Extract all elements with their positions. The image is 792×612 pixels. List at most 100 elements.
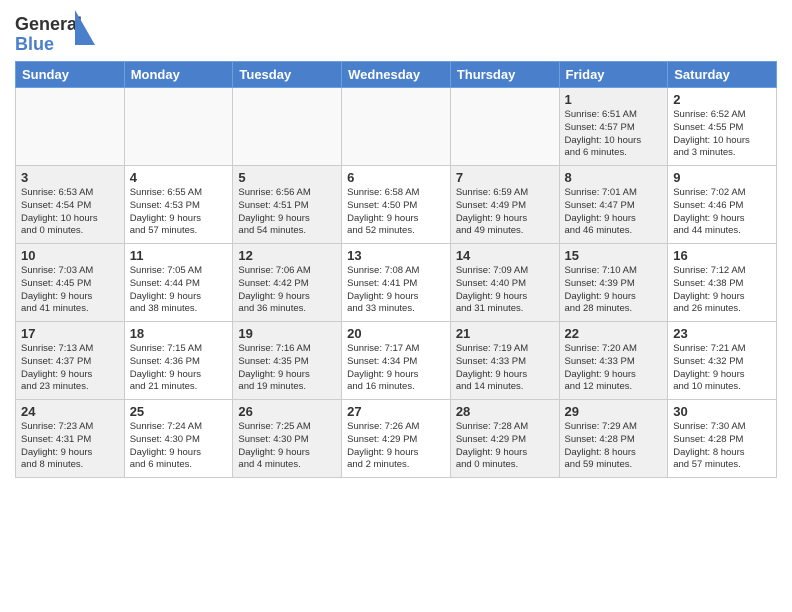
day-info: Sunrise: 7:17 AM Sunset: 4:34 PM Dayligh… <box>347 343 445 394</box>
day-info: Sunrise: 7:26 AM Sunset: 4:29 PM Dayligh… <box>347 421 445 472</box>
day-cell: 5 Sunrise: 6:56 AM Sunset: 4:51 PM Daylig… <box>233 166 342 244</box>
day-cell <box>233 88 342 166</box>
day-number: 16 <box>673 248 771 263</box>
week-row-4: 17 Sunrise: 7:13 AM Sunset: 4:37 PM Dayli… <box>16 322 777 400</box>
day-info: Sunrise: 7:05 AM Sunset: 4:44 PM Dayligh… <box>130 265 228 316</box>
calendar-table: SundayMondayTuesdayWednesdayThursdayFrid… <box>15 61 777 478</box>
week-row-3: 10 Sunrise: 7:03 AM Sunset: 4:45 PM Dayli… <box>16 244 777 322</box>
day-info: Sunrise: 7:29 AM Sunset: 4:28 PM Dayligh… <box>565 421 663 472</box>
day-cell: 10 Sunrise: 7:03 AM Sunset: 4:45 PM Dayli… <box>16 244 125 322</box>
day-info: Sunrise: 7:16 AM Sunset: 4:35 PM Dayligh… <box>238 343 336 394</box>
day-info: Sunrise: 7:19 AM Sunset: 4:33 PM Dayligh… <box>456 343 554 394</box>
day-number: 30 <box>673 404 771 419</box>
col-header-thursday: Thursday <box>450 62 559 88</box>
day-info: Sunrise: 7:02 AM Sunset: 4:46 PM Dayligh… <box>673 187 771 238</box>
day-cell: 26Sunrise: 7:25 AM Sunset: 4:30 PM Dayli… <box>233 400 342 478</box>
day-cell: 3 Sunrise: 6:53 AM Sunset: 4:54 PM Daylig… <box>16 166 125 244</box>
day-number: 4 <box>130 170 228 185</box>
day-cell: 12 Sunrise: 7:06 AM Sunset: 4:42 PM Dayli… <box>233 244 342 322</box>
day-number: 7 <box>456 170 554 185</box>
day-info: Sunrise: 7:15 AM Sunset: 4:36 PM Dayligh… <box>130 343 228 394</box>
day-number: 24 <box>21 404 119 419</box>
day-cell: 19 Sunrise: 7:16 AM Sunset: 4:35 PM Dayli… <box>233 322 342 400</box>
day-number: 13 <box>347 248 445 263</box>
day-info: Sunrise: 7:13 AM Sunset: 4:37 PM Dayligh… <box>21 343 119 394</box>
week-row-5: 24 Sunrise: 7:23 AM Sunset: 4:31 PM Dayli… <box>16 400 777 478</box>
day-info: Sunrise: 7:28 AM Sunset: 4:29 PM Dayligh… <box>456 421 554 472</box>
header-row: SundayMondayTuesdayWednesdayThursdayFrid… <box>16 62 777 88</box>
svg-text:Blue: Blue <box>15 34 54 54</box>
day-number: 21 <box>456 326 554 341</box>
day-number: 14 <box>456 248 554 263</box>
day-number: 1 <box>565 92 663 107</box>
day-cell: 8 Sunrise: 7:01 AM Sunset: 4:47 PM Daylig… <box>559 166 668 244</box>
day-info: Sunrise: 7:09 AM Sunset: 4:40 PM Dayligh… <box>456 265 554 316</box>
day-number: 17 <box>21 326 119 341</box>
day-info: Sunrise: 7:03 AM Sunset: 4:45 PM Dayligh… <box>21 265 119 316</box>
day-cell: 23 Sunrise: 7:21 AM Sunset: 4:32 PM Dayli… <box>668 322 777 400</box>
day-cell: 6 Sunrise: 6:58 AM Sunset: 4:50 PM Daylig… <box>342 166 451 244</box>
day-cell <box>342 88 451 166</box>
day-info: Sunrise: 6:52 AM Sunset: 4:55 PM Dayligh… <box>673 109 771 160</box>
week-row-1: 1Sunrise: 6:51 AM Sunset: 4:57 PM Daylig… <box>16 88 777 166</box>
day-cell: 27 Sunrise: 7:26 AM Sunset: 4:29 PM Dayli… <box>342 400 451 478</box>
logo: GeneralBlue <box>15 10 95 55</box>
day-info: Sunrise: 6:55 AM Sunset: 4:53 PM Dayligh… <box>130 187 228 238</box>
day-number: 20 <box>347 326 445 341</box>
day-info: Sunrise: 7:08 AM Sunset: 4:41 PM Dayligh… <box>347 265 445 316</box>
day-info: Sunrise: 6:56 AM Sunset: 4:51 PM Dayligh… <box>238 187 336 238</box>
day-info: Sunrise: 7:10 AM Sunset: 4:39 PM Dayligh… <box>565 265 663 316</box>
day-info: Sunrise: 7:21 AM Sunset: 4:32 PM Dayligh… <box>673 343 771 394</box>
day-number: 3 <box>21 170 119 185</box>
day-number: 25 <box>130 404 228 419</box>
day-number: 27 <box>347 404 445 419</box>
day-number: 8 <box>565 170 663 185</box>
col-header-saturday: Saturday <box>668 62 777 88</box>
day-number: 15 <box>565 248 663 263</box>
day-cell: 30 Sunrise: 7:30 AM Sunset: 4:28 PM Dayli… <box>668 400 777 478</box>
day-cell <box>124 88 233 166</box>
calendar-container: GeneralBlue SundayMondayTuesdayWednesday… <box>0 0 792 483</box>
day-number: 10 <box>21 248 119 263</box>
day-info: Sunrise: 7:06 AM Sunset: 4:42 PM Dayligh… <box>238 265 336 316</box>
day-number: 6 <box>347 170 445 185</box>
day-cell: 22Sunrise: 7:20 AM Sunset: 4:33 PM Dayli… <box>559 322 668 400</box>
day-cell: 4 Sunrise: 6:55 AM Sunset: 4:53 PM Daylig… <box>124 166 233 244</box>
day-cell: 11Sunrise: 7:05 AM Sunset: 4:44 PM Dayli… <box>124 244 233 322</box>
day-info: Sunrise: 7:30 AM Sunset: 4:28 PM Dayligh… <box>673 421 771 472</box>
day-cell: 18Sunrise: 7:15 AM Sunset: 4:36 PM Dayli… <box>124 322 233 400</box>
day-cell: 25 Sunrise: 7:24 AM Sunset: 4:30 PM Dayli… <box>124 400 233 478</box>
logo-svg: GeneralBlue <box>15 10 95 55</box>
day-cell: 24 Sunrise: 7:23 AM Sunset: 4:31 PM Dayli… <box>16 400 125 478</box>
day-cell: 20 Sunrise: 7:17 AM Sunset: 4:34 PM Dayli… <box>342 322 451 400</box>
day-number: 9 <box>673 170 771 185</box>
day-info: Sunrise: 7:23 AM Sunset: 4:31 PM Dayligh… <box>21 421 119 472</box>
svg-text:General: General <box>15 14 82 34</box>
day-number: 12 <box>238 248 336 263</box>
day-cell: 14 Sunrise: 7:09 AM Sunset: 4:40 PM Dayli… <box>450 244 559 322</box>
day-cell: 28Sunrise: 7:28 AM Sunset: 4:29 PM Dayli… <box>450 400 559 478</box>
day-number: 2 <box>673 92 771 107</box>
day-number: 19 <box>238 326 336 341</box>
day-info: Sunrise: 7:24 AM Sunset: 4:30 PM Dayligh… <box>130 421 228 472</box>
day-cell: 15 Sunrise: 7:10 AM Sunset: 4:39 PM Dayli… <box>559 244 668 322</box>
day-info: Sunrise: 7:25 AM Sunset: 4:30 PM Dayligh… <box>238 421 336 472</box>
col-header-friday: Friday <box>559 62 668 88</box>
col-header-sunday: Sunday <box>16 62 125 88</box>
day-cell: 13 Sunrise: 7:08 AM Sunset: 4:41 PM Dayli… <box>342 244 451 322</box>
col-header-wednesday: Wednesday <box>342 62 451 88</box>
day-info: Sunrise: 7:12 AM Sunset: 4:38 PM Dayligh… <box>673 265 771 316</box>
day-number: 23 <box>673 326 771 341</box>
day-cell <box>16 88 125 166</box>
day-number: 22 <box>565 326 663 341</box>
day-cell: 21 Sunrise: 7:19 AM Sunset: 4:33 PM Dayli… <box>450 322 559 400</box>
day-cell: 7Sunrise: 6:59 AM Sunset: 4:49 PM Daylig… <box>450 166 559 244</box>
day-info: Sunrise: 6:53 AM Sunset: 4:54 PM Dayligh… <box>21 187 119 238</box>
day-number: 29 <box>565 404 663 419</box>
day-info: Sunrise: 6:58 AM Sunset: 4:50 PM Dayligh… <box>347 187 445 238</box>
day-cell: 17 Sunrise: 7:13 AM Sunset: 4:37 PM Dayli… <box>16 322 125 400</box>
day-info: Sunrise: 7:01 AM Sunset: 4:47 PM Dayligh… <box>565 187 663 238</box>
week-row-2: 3 Sunrise: 6:53 AM Sunset: 4:54 PM Daylig… <box>16 166 777 244</box>
day-number: 5 <box>238 170 336 185</box>
day-cell: 9 Sunrise: 7:02 AM Sunset: 4:46 PM Daylig… <box>668 166 777 244</box>
